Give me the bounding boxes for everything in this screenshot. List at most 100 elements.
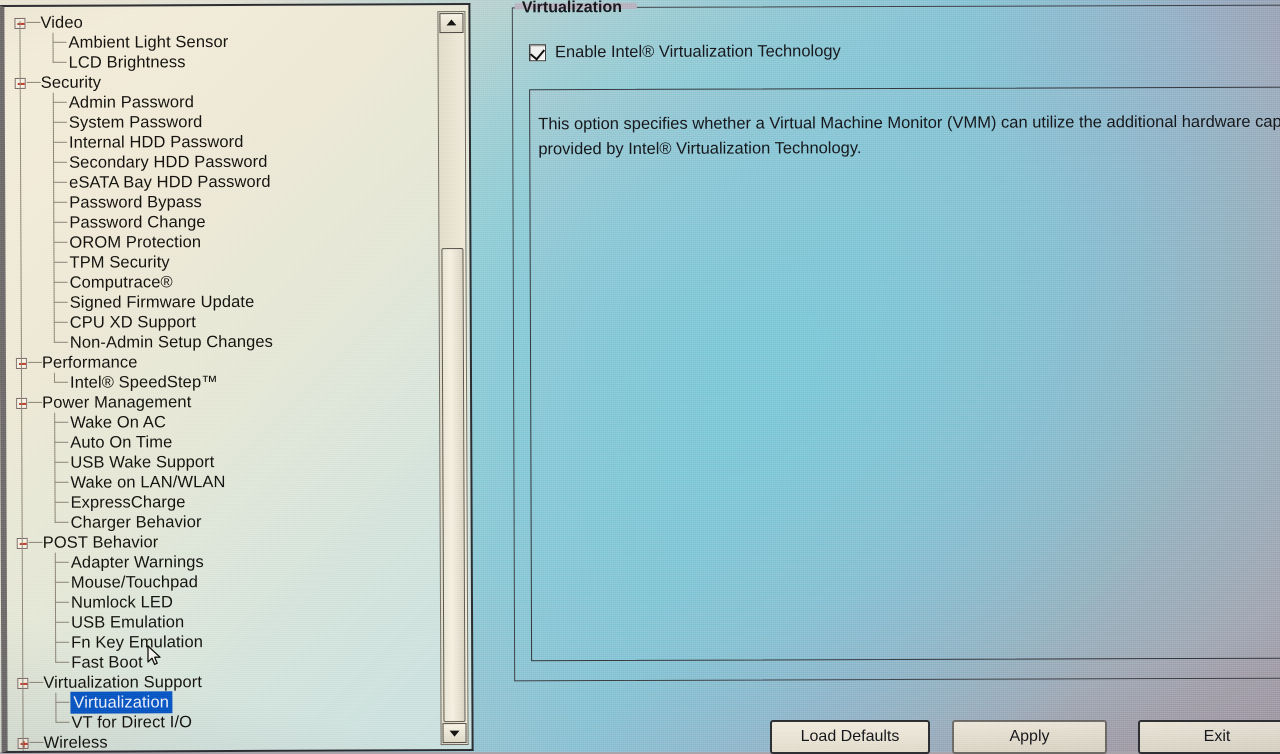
tree-scrollbar[interactable] [437, 10, 469, 746]
tree-item[interactable]: VT for Direct I/O [13, 711, 431, 733]
tree-item-label: Admin Password [68, 93, 195, 112]
tree-item-label: Computrace® [69, 273, 173, 292]
bios-setup-screen: Video Ambient Light Sensor LCD Brightness S… [0, 0, 1280, 754]
tree-item[interactable]: Fn Key Emulation [13, 631, 431, 653]
tree-item-label: System Password [68, 113, 203, 132]
tree-item[interactable]: USB Emulation [13, 611, 431, 633]
scroll-thumb[interactable] [441, 248, 466, 723]
tree-item-label: Charger Behavior [70, 513, 202, 532]
tree-item[interactable]: Virtualization [13, 691, 431, 713]
tree-item-label: Mouse/Touchpad [70, 573, 199, 592]
tree-connector-line [52, 41, 67, 43]
tree-item[interactable]: Wake on LAN/WLAN [12, 471, 430, 493]
tree-item[interactable]: Intel® SpeedStep™ [12, 371, 430, 393]
tree-item-label: Virtualization [71, 692, 172, 713]
tree-item[interactable]: Secondary HDD Password [11, 151, 429, 173]
tree-item[interactable]: Wake On AC [12, 411, 430, 433]
tree-item-label: Fn Key Emulation [71, 633, 204, 652]
settings-tree-pane[interactable]: Video Ambient Light Sensor LCD Brightness S… [0, 2, 474, 754]
tree-item[interactable]: Charger Behavior [13, 511, 431, 533]
tree-connector-line [55, 641, 70, 643]
tree-spine [55, 692, 57, 723]
checkmark-icon [529, 44, 546, 61]
tree-connector-line [53, 241, 68, 243]
tree-item[interactable]: eSATA Bay HDD Password [11, 171, 429, 193]
tree-item[interactable]: Numlock LED [13, 591, 431, 613]
tree-item[interactable]: CPU XD Support [12, 311, 430, 333]
tree-item[interactable]: Auto On Time [12, 431, 430, 453]
tree-item-label: Internal HDD Password [68, 132, 244, 152]
tree-connector-line [54, 561, 69, 563]
tree-item[interactable]: ExpressCharge [12, 491, 430, 513]
tree-connector-line [53, 321, 68, 323]
tree-item-label: Intel® SpeedStep™ [69, 373, 218, 392]
enable-vt-checkbox[interactable] [528, 44, 547, 62]
tree-item-label: Password Bypass [69, 193, 202, 212]
triangle-down-glyph [449, 730, 460, 737]
tree-connector-line [26, 21, 41, 23]
tree-connector-line [53, 281, 68, 283]
tree-item[interactable]: LCD Brightness [11, 51, 429, 73]
tree-item-label: Auto On Time [70, 433, 173, 452]
exit-button[interactable]: Exit [1138, 720, 1280, 754]
tree-item-label: Wireless [43, 733, 108, 752]
tree-item[interactable]: USB Wake Support [12, 451, 430, 473]
load-defaults-button[interactable]: Load Defaults [770, 720, 930, 754]
settings-tree-list[interactable]: Video Ambient Light Sensor LCD Brightness S… [10, 5, 431, 753]
tree-item[interactable]: Password Change [11, 211, 429, 233]
enable-vt-checkbox-row[interactable]: Enable Intel® Virtualization Technology [528, 42, 841, 62]
tree-item[interactable]: Performance [12, 351, 430, 373]
tree-item-label: Security [40, 73, 102, 92]
scroll-up-arrow-icon[interactable] [439, 13, 464, 34]
tree-item-label: Signed Firmware Update [69, 292, 255, 312]
apply-button[interactable]: Apply [952, 720, 1107, 754]
tree-item-label: Power Management [42, 393, 192, 412]
tree-item[interactable]: Admin Password [11, 91, 429, 113]
tree-item-label: Video [40, 13, 83, 32]
triangle-up-glyph [446, 19, 457, 26]
tree-item[interactable]: Mouse/Touchpad [13, 571, 431, 593]
tree-connector-line [55, 701, 70, 703]
tree-connector-line [55, 721, 70, 723]
tree-connector-line [52, 141, 67, 143]
tree-item[interactable]: Video [10, 11, 428, 33]
tree-item-label: VT for Direct I/O [71, 713, 193, 732]
scroll-down-arrow-icon[interactable] [442, 722, 467, 744]
tree-item[interactable]: Virtualization Support [13, 671, 431, 693]
tree-item[interactable]: Non-Admin Setup Changes [12, 331, 430, 353]
tree-connector-line [53, 181, 68, 183]
description-text: This option specifies whether a Virtual … [538, 112, 1280, 159]
tree-item-label: Virtualization Support [43, 673, 203, 692]
tree-item-label: USB Emulation [71, 613, 185, 632]
tree-item[interactable]: Power Management [12, 391, 430, 413]
tree-connector-line [28, 541, 43, 543]
tree-connector-line [29, 681, 44, 683]
tree-item[interactable]: TPM Security [11, 251, 429, 273]
tree-connector-line [52, 121, 67, 123]
tree-item[interactable]: System Password [11, 111, 429, 133]
tree-connector-line [53, 261, 68, 263]
tree-item[interactable]: Wireless [14, 731, 432, 753]
tree-item-label: USB Wake Support [70, 453, 215, 472]
tree-connector-line [55, 621, 70, 623]
tree-item[interactable]: Adapter Warnings [13, 551, 431, 573]
tree-item-label: Fast Boot [71, 653, 143, 672]
tree-item[interactable]: Computrace® [12, 271, 430, 293]
tree-item-label: OROM Protection [69, 233, 202, 252]
tree-connector-line [26, 81, 41, 83]
tree-item-label: Secondary HDD Password [69, 152, 268, 172]
tree-item-label: Wake on LAN/WLAN [70, 473, 226, 492]
tree-item[interactable]: Ambient Light Sensor [10, 31, 428, 53]
tree-connector-line [54, 461, 69, 463]
tree-item[interactable]: Security [11, 71, 429, 93]
tree-item[interactable]: POST Behavior [13, 531, 431, 553]
tree-item[interactable]: Fast Boot [13, 651, 431, 673]
tree-connector-line [54, 421, 69, 423]
tree-item[interactable]: Password Bypass [11, 191, 429, 213]
tree-item[interactable]: Signed Firmware Update [12, 291, 430, 313]
tree-item[interactable]: OROM Protection [11, 231, 429, 253]
tree-item[interactable]: Internal HDD Password [11, 131, 429, 153]
tree-spine [53, 372, 56, 383]
enable-vt-label: Enable Intel® Virtualization Technology [554, 42, 841, 62]
tree-item-label: TPM Security [69, 253, 170, 272]
